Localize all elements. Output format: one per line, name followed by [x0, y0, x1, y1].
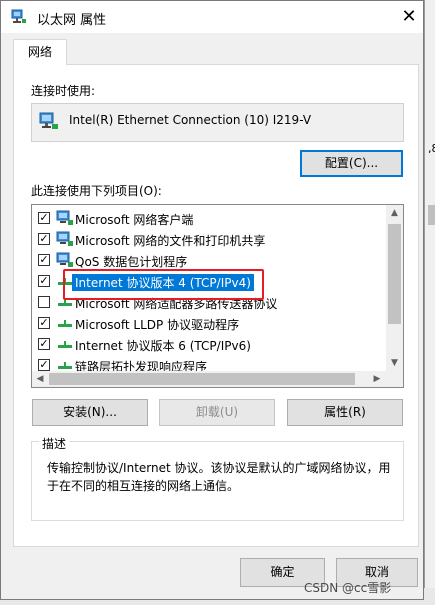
install-button[interactable]: 安装(N)...: [32, 399, 148, 426]
item-label: Microsoft 网络的文件和打印机共享: [75, 234, 266, 248]
items-label: 此连接使用下列项目(O):: [31, 184, 162, 198]
file-printer-sharing-icon: [56, 231, 73, 246]
item-checkbox[interactable]: ✓: [38, 233, 50, 245]
tab-network[interactable]: 网络: [13, 39, 67, 65]
connect-using-label: 连接时使用:: [31, 84, 96, 98]
item-checkbox[interactable]: ✓: [38, 212, 50, 224]
description-title: 描述: [39, 435, 70, 452]
qos-scheduler-icon: [56, 252, 73, 267]
item-checkbox[interactable]: [38, 296, 50, 308]
item-label: Internet 协议版本 6 (TCP/IPv6): [75, 339, 251, 353]
item-checkbox[interactable]: ✓: [38, 359, 50, 371]
title-bar[interactable]: 以太网 属性 ✕: [1, 1, 423, 33]
scroll-down-icon[interactable]: ▼: [386, 355, 403, 371]
description-text: 传输控制协议/Internet 协议。该协议是默认的广域网络协议，用于在不同的相…: [47, 461, 391, 493]
list-item[interactable]: ✓ Microsoft 网络客户端: [32, 208, 387, 229]
background-text-fragment: ,8: [428, 142, 435, 155]
adapter-name: Intel(R) Ethernet Connection (10) I219-V: [69, 113, 312, 127]
properties-button[interactable]: 属性(R): [287, 399, 403, 426]
scroll-left-icon[interactable]: ◀: [32, 371, 48, 387]
close-icon[interactable]: ✕: [395, 5, 423, 29]
horizontal-scroll-thumb[interactable]: [49, 373, 355, 385]
list-item[interactable]: ✓ Internet 协议版本 6 (TCP/IPv6): [32, 334, 387, 355]
watermark: CSDN @cc雪影: [304, 581, 392, 595]
list-item[interactable]: ✓ QoS 数据包计划程序: [32, 250, 387, 271]
network-client-icon: [56, 210, 73, 225]
annotation-highlight-frame: [63, 269, 264, 300]
item-label: Microsoft LLDP 协议驱动程序: [75, 318, 240, 332]
item-label: QoS 数据包计划程序: [75, 255, 188, 269]
protocol-icon: [58, 320, 72, 327]
item-checkbox[interactable]: ✓: [38, 338, 50, 350]
scroll-corner: [386, 371, 403, 387]
background-window-fragment: [428, 205, 435, 225]
network-adapter-icon: [11, 9, 26, 23]
item-checkbox[interactable]: ✓: [38, 275, 50, 287]
vertical-scroll-thumb[interactable]: [388, 224, 401, 324]
list-item[interactable]: ✓ Microsoft 网络的文件和打印机共享: [32, 229, 387, 250]
window-title: 以太网 属性: [37, 13, 107, 28]
uninstall-button[interactable]: 卸载(U): [159, 399, 275, 426]
protocol-icon: [58, 341, 72, 348]
scroll-up-icon[interactable]: ▲: [386, 205, 403, 221]
list-item[interactable]: ✓ Microsoft LLDP 协议驱动程序: [32, 313, 387, 334]
configure-button[interactable]: 配置(C)...: [300, 150, 403, 177]
ethernet-adapter-icon: [39, 112, 58, 129]
background-window-edge: [424, 0, 435, 605]
item-checkbox[interactable]: ✓: [38, 254, 50, 266]
item-checkbox[interactable]: ✓: [38, 317, 50, 329]
item-label: Microsoft 网络客户端: [75, 213, 194, 227]
scroll-right-icon[interactable]: ▶: [369, 371, 385, 387]
